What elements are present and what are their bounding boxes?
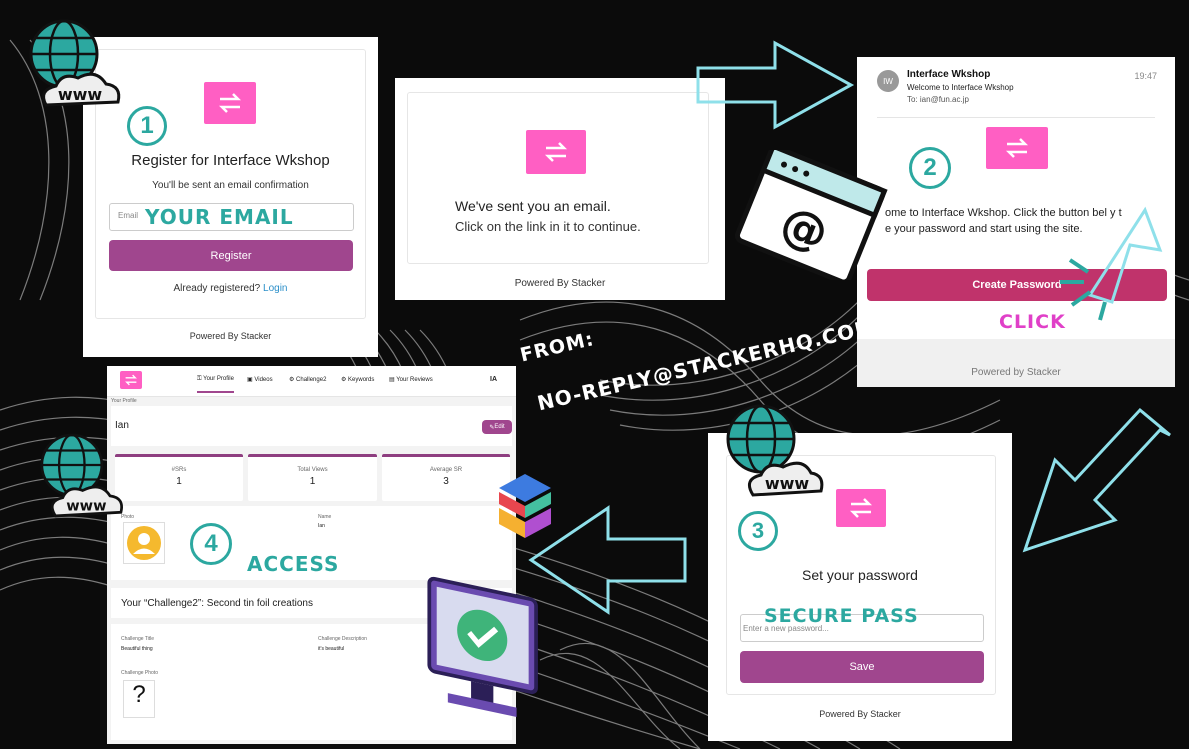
nav-tab-reviews[interactable]: ▤ Your Reviews	[389, 376, 433, 383]
powered-by: Powered By Stacker	[189, 331, 272, 341]
set-password-title: Set your password	[802, 567, 918, 583]
swap-arrows-icon	[1005, 138, 1029, 158]
login-row: Already registered? Login	[83, 283, 378, 294]
sender-name: Interface Wkshop	[907, 69, 991, 80]
secure-pass-overlay-text: SECURE PASS	[764, 605, 919, 627]
email-overlay-text: YOUR EMAIL	[145, 205, 294, 229]
top-nav: ⚿ Your Profile ▣ Videos ⚙ Challenge2 ⚙ K…	[107, 366, 516, 397]
www-globe-icon: www	[726, 404, 824, 497]
step-number: 4	[190, 523, 232, 565]
arrow-down-left-icon	[1022, 407, 1171, 553]
sender-avatar: IW	[877, 70, 899, 92]
register-button[interactable]: Register	[109, 240, 353, 271]
arrow-left-icon	[528, 505, 687, 615]
app-logo	[204, 82, 256, 124]
user-initials[interactable]: IA	[490, 376, 497, 383]
app-logo	[836, 489, 886, 527]
sent-line-2: Click on the link in it to continue.	[455, 219, 641, 234]
challenge-title: Beautiful thing	[121, 646, 153, 652]
nav-tab-keywords[interactable]: ⚙ Keywords	[341, 376, 374, 383]
app-logo[interactable]	[120, 371, 142, 389]
missing-image-icon: ?	[132, 681, 146, 708]
challenge-desc-label: Challenge Description	[318, 636, 367, 642]
breadcrumb: Your Profile	[111, 398, 137, 404]
stat-total-views: Total Views 1	[248, 454, 377, 501]
challenge-title-label: Challenge Title	[121, 636, 155, 642]
svg-text:www: www	[66, 498, 106, 514]
nav-tab-videos[interactable]: ▣ Videos	[247, 376, 273, 383]
profile-header: Ian ✎ Edit	[111, 406, 512, 446]
svg-text:www: www	[58, 85, 103, 104]
challenge-photo: ?	[123, 680, 155, 718]
swap-arrows-icon	[218, 93, 242, 113]
www-globe-icon: www	[29, 19, 121, 107]
nav-tab-profile[interactable]: ⚿ Your Profile	[197, 376, 234, 393]
divider	[877, 117, 1155, 118]
email-sent-panel: We've sent you an email. Click on the li…	[395, 78, 725, 300]
nav-tab-challenge2[interactable]: ⚙ Challenge2	[289, 376, 326, 383]
www-globe-icon: www	[40, 433, 123, 518]
step-number: 3	[738, 511, 778, 551]
register-title: Register for Interface Wkshop	[131, 152, 330, 169]
challenge-photo-label: Challenge Photo	[121, 670, 158, 676]
stat-average-sr: Average SR 3	[382, 454, 510, 501]
register-subtitle: You'll be sent an email confirmation	[152, 180, 309, 191]
email-footer: Powered by Stacker	[857, 339, 1175, 387]
swap-arrows-icon	[544, 142, 568, 162]
svg-text:www: www	[765, 474, 810, 493]
swap-arrows-icon	[849, 498, 873, 518]
stat-srs: #SRs 1	[115, 454, 243, 501]
monitor-check-icon	[427, 576, 538, 717]
powered-by: Powered by Stacker	[971, 367, 1061, 378]
email-time: 19:47	[1134, 71, 1157, 81]
email-subject: Welcome to Interface Wkshop	[907, 83, 1014, 92]
step-number: 2	[909, 147, 951, 189]
login-link[interactable]: Login	[263, 283, 287, 294]
click-pointer-icon	[1060, 206, 1163, 321]
step-number: 1	[127, 106, 167, 146]
powered-by: Powered By Stacker	[819, 709, 901, 719]
avatar	[123, 522, 165, 564]
sent-line-1: We've sent you an email.	[455, 198, 611, 214]
name-value: Ian	[318, 523, 325, 529]
arrow-right-icon	[696, 40, 855, 130]
edit-button[interactable]: ✎ Edit	[482, 420, 512, 434]
mail-browser-icon: @	[734, 150, 888, 280]
challenge-desc: it's beautiful	[318, 646, 345, 652]
already-text: Already registered?	[173, 283, 261, 294]
powered-by: Powered By Stacker	[514, 278, 606, 289]
email-to: To: ian@fun.ac.jp	[907, 95, 969, 104]
email-sent-card	[407, 92, 709, 264]
challenge-heading: Your “Challenge2”: Second tin foil creat…	[121, 598, 313, 609]
access-overlay-text: ACCESS	[247, 552, 340, 576]
save-button[interactable]: Save	[740, 651, 984, 683]
name-label: Name	[318, 514, 332, 520]
app-logo	[986, 127, 1048, 169]
app-logo	[526, 130, 586, 174]
swap-arrows-icon	[125, 374, 137, 386]
email-placeholder: Email	[118, 211, 139, 220]
avatar-icon	[127, 526, 161, 560]
